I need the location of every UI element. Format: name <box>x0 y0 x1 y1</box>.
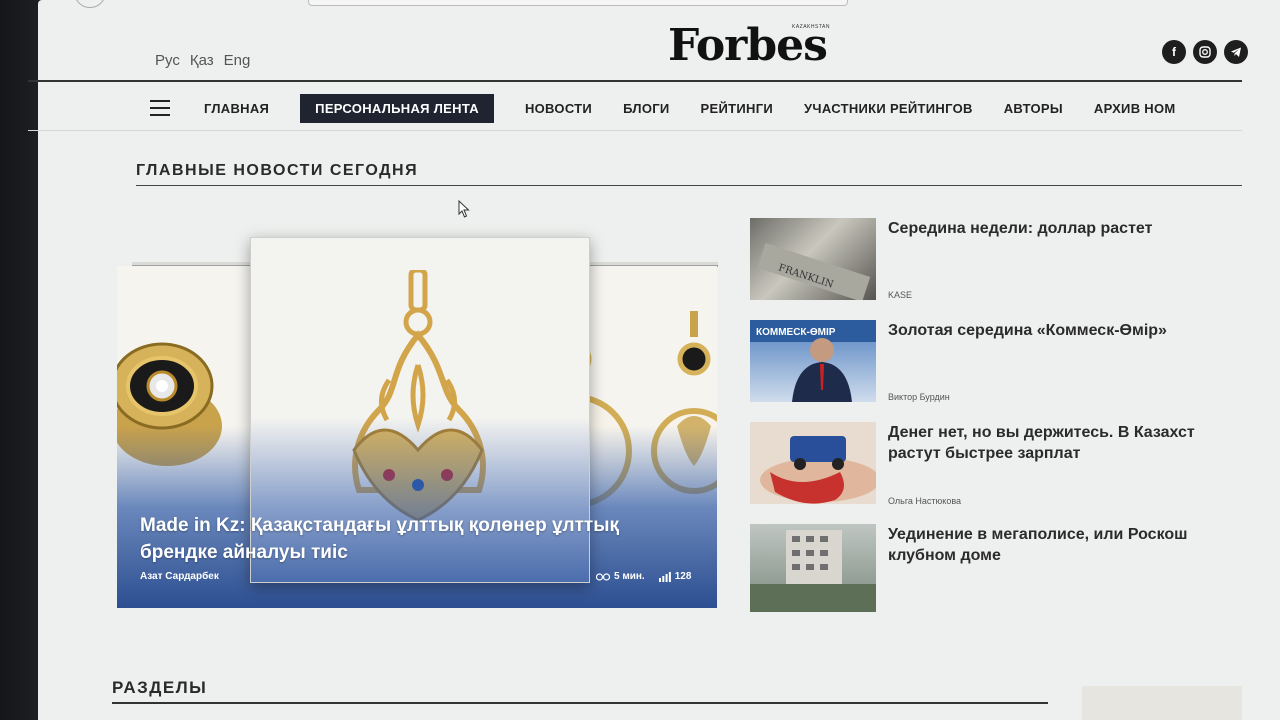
section-title-sections: РАЗДЕЛЫ <box>112 678 208 697</box>
news-author[interactable]: KASE <box>888 290 912 300</box>
news-thumbnail[interactable] <box>750 422 876 504</box>
logo-sub: KAZAKHSTAN <box>792 24 830 30</box>
news-author[interactable]: Ольга Настюкова <box>888 496 961 506</box>
read-time: 5 мин. <box>596 571 645 582</box>
news-title-line2[interactable]: растут быстрее зарплат <box>888 445 1080 462</box>
language-switcher: Рус Қаз Eng <box>155 52 250 69</box>
address-bar[interactable] <box>308 0 848 6</box>
news-title-line1[interactable]: Денег нет, но вы держитесь. В Казахст <box>888 424 1195 441</box>
news-thumbnail[interactable] <box>750 524 876 612</box>
lang-en[interactable]: Eng <box>224 52 251 69</box>
news-title[interactable]: Середина недели: доллар растет <box>888 218 1258 239</box>
nav-archive[interactable]: АРХИВ НОМ <box>1094 101 1176 116</box>
instagram-icon[interactable] <box>1193 40 1217 64</box>
social-links: f <box>1162 40 1248 64</box>
facebook-icon[interactable]: f <box>1162 40 1186 64</box>
news-item[interactable]: КОММЕСК-ӨМІР Золотая середина «Коммеск-Ө… <box>750 320 1250 410</box>
news-title-line2[interactable]: клубном доме <box>888 547 1001 564</box>
section-divider <box>112 702 1048 704</box>
browser-back-button[interactable] <box>74 0 106 8</box>
views-value: 128 <box>674 571 692 582</box>
hamburger-menu-icon[interactable] <box>150 100 170 116</box>
nav-personal-feed[interactable]: ПЕРСОНАЛЬНАЯ ЛЕНТА <box>300 93 494 123</box>
bar-chart-icon <box>658 571 671 582</box>
mouse-cursor-icon <box>458 200 470 218</box>
feature-meta: 5 мин. 128 <box>596 571 691 582</box>
news-thumbnail[interactable]: FRANKLIN <box>750 218 876 300</box>
views: 128 <box>658 571 692 582</box>
news-title[interactable]: Золотая середина «Коммеск-Өмір» <box>888 320 1258 341</box>
svg-text:КОММЕСК-ӨМІР: КОММЕСК-ӨМІР <box>756 327 836 338</box>
nav-blogs[interactable]: БЛОГИ <box>623 101 669 116</box>
nav-authors[interactable]: АВТОРЫ <box>1004 101 1063 116</box>
news-thumbnail[interactable]: КОММЕСК-ӨМІР <box>750 320 876 402</box>
nav-divider <box>28 130 1242 131</box>
nav-rating-participants[interactable]: УЧАСТНИКИ РЕЙТИНГОВ <box>804 101 973 116</box>
news-title-line1[interactable]: Уединение в мегаполисе, или Роскош <box>888 526 1187 543</box>
news-title[interactable]: Уединение в мегаполисе, или Роскош клубно… <box>888 524 1258 566</box>
nav-ratings[interactable]: РЕЙТИНГИ <box>701 101 773 116</box>
news-title[interactable]: Денег нет, но вы держитесь. В Казахст рас… <box>888 422 1258 464</box>
nav-home[interactable]: ГЛАВНАЯ <box>204 101 269 116</box>
nav-news[interactable]: НОВОСТИ <box>525 101 592 116</box>
news-author[interactable]: Виктор Бурдин <box>888 392 950 402</box>
news-item[interactable]: Денег нет, но вы держитесь. В Казахст рас… <box>750 422 1250 512</box>
lang-kz[interactable]: Қаз <box>190 52 214 69</box>
lang-ru[interactable]: Рус <box>155 52 180 69</box>
feature-title[interactable]: Made in Kz: Қазақстандағы ұлттық қолөнер… <box>140 512 700 566</box>
read-time-value: 5 мин. <box>614 571 645 582</box>
main-nav: ГЛАВНАЯ ПЕРСОНАЛЬНАЯ ЛЕНТА НОВОСТИ БЛОГИ… <box>150 92 1207 124</box>
glasses-icon <box>596 572 610 581</box>
feature-author[interactable]: Азат Сардарбек <box>140 571 219 582</box>
news-item[interactable]: FRANKLIN Середина недели: доллар растет … <box>750 218 1250 308</box>
header-divider <box>28 80 1242 82</box>
section-divider <box>136 185 1242 186</box>
section-title-top-news: ГЛАВНЫЕ НОВОСТИ СЕГОДНЯ <box>136 162 419 179</box>
ad-placeholder <box>1082 686 1242 720</box>
telegram-icon[interactable] <box>1224 40 1248 64</box>
news-item[interactable]: Уединение в мегаполисе, или Роскош клубно… <box>750 524 1250 614</box>
